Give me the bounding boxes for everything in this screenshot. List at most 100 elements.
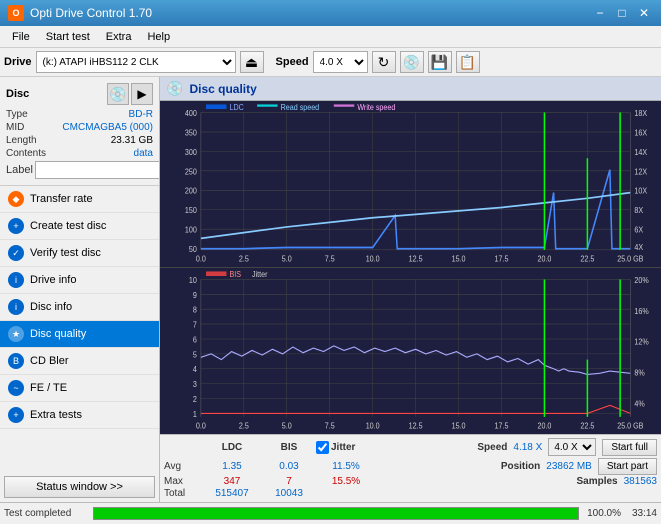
disc-icon-1[interactable]: 💿 (107, 83, 129, 105)
svg-text:LDC: LDC (230, 103, 245, 112)
sidebar-item-drive-info[interactable]: i Drive info (0, 267, 159, 294)
svg-text:14X: 14X (634, 147, 647, 156)
mid-key: MID (6, 122, 24, 133)
svg-text:8X: 8X (634, 206, 643, 215)
samples-label: Samples (576, 476, 617, 487)
svg-text:2: 2 (193, 395, 197, 404)
avg-jitter: 11.5% (316, 461, 376, 472)
disc-panel: Disc 💿 ▶ Type BD-R MID CMCMAGBA5 (000) (0, 77, 159, 186)
speed-stat-select[interactable]: 4.0 X (548, 438, 596, 456)
progress-time: 33:14 (625, 508, 657, 519)
transfer-rate-icon: ◆ (8, 191, 24, 207)
refresh-button[interactable]: ↻ (372, 51, 396, 73)
type-val: BD-R (129, 109, 153, 120)
disc-button[interactable]: 💿 (400, 51, 424, 73)
svg-text:50: 50 (189, 245, 197, 254)
close-button[interactable]: ✕ (635, 4, 653, 22)
fe-te-label: FE / TE (30, 382, 67, 394)
svg-text:Read speed: Read speed (281, 103, 320, 112)
progress-bar-section: Test completed 100.0% 33:14 (0, 502, 661, 524)
drive-select[interactable]: (k:) ATAPI iHBS112 2 CLK (36, 51, 236, 73)
disc-section-label: Disc (6, 88, 29, 100)
sidebar-item-verify-test-disc[interactable]: ✓ Verify test disc (0, 240, 159, 267)
svg-text:400: 400 (185, 108, 197, 117)
svg-text:4: 4 (193, 365, 197, 374)
mid-val: CMCMAGBA5 (000) (62, 122, 153, 133)
speed-select[interactable]: 4.0 X (313, 51, 368, 73)
content-header: 💿 Disc quality (160, 77, 661, 101)
right-panel: 💿 Disc quality (160, 77, 661, 502)
save2-button[interactable]: 📋 (456, 51, 480, 73)
svg-text:Jitter: Jitter (252, 270, 268, 279)
sidebar-item-create-test-disc[interactable]: + Create test disc (0, 213, 159, 240)
jitter-header: Jitter (331, 442, 355, 453)
svg-text:5.0: 5.0 (282, 254, 292, 263)
svg-text:15.0: 15.0 (452, 421, 466, 430)
svg-text:15.0: 15.0 (452, 254, 466, 263)
create-test-icon: + (8, 218, 24, 234)
length-val: 23.31 GB (111, 135, 153, 146)
svg-text:250: 250 (185, 167, 197, 176)
disc-info-icon: i (8, 299, 24, 315)
max-jitter: 15.5% (316, 476, 376, 487)
jitter-checkbox[interactable] (316, 441, 329, 454)
status-window-button[interactable]: Status window >> (4, 476, 155, 498)
length-key: Length (6, 135, 37, 146)
maximize-button[interactable]: □ (613, 4, 631, 22)
contents-key: Contents (6, 148, 46, 159)
svg-text:10.0: 10.0 (366, 254, 380, 263)
save-button[interactable]: 💾 (428, 51, 452, 73)
sidebar-item-fe-te[interactable]: ~ FE / TE (0, 375, 159, 402)
progress-bar-container (93, 507, 579, 520)
menu-extra[interactable]: Extra (98, 29, 140, 45)
total-label: Total (164, 488, 200, 499)
svg-text:2.5: 2.5 (239, 421, 249, 430)
label-input[interactable] (35, 161, 159, 179)
sidebar-item-extra-tests[interactable]: + Extra tests (0, 402, 159, 429)
svg-text:18X: 18X (634, 108, 647, 117)
speed-label: Speed (276, 56, 309, 68)
menu-file[interactable]: File (4, 29, 38, 45)
samples-val: 381563 (624, 476, 657, 487)
svg-text:16%: 16% (634, 306, 649, 315)
svg-text:7.5: 7.5 (325, 254, 335, 263)
menu-help[interactable]: Help (139, 29, 178, 45)
type-key: Type (6, 109, 28, 120)
transfer-rate-label: Transfer rate (30, 193, 93, 205)
disc-quality-label: Disc quality (30, 328, 86, 340)
svg-text:12%: 12% (634, 337, 649, 346)
extra-tests-icon: + (8, 407, 24, 423)
position-val: 23862 MB (546, 461, 592, 472)
sidebar-item-cd-bler[interactable]: B CD Bler (0, 348, 159, 375)
sidebar-item-disc-quality[interactable]: ★ Disc quality (0, 321, 159, 348)
stats-section: LDC BIS Jitter Speed 4.18 X 4.0 X Start … (160, 434, 661, 502)
menu-start-test[interactable]: Start test (38, 29, 98, 45)
speed-stat-val: 4.18 X (513, 442, 542, 453)
disc-icon-2[interactable]: ▶ (131, 83, 153, 105)
svg-text:4X: 4X (634, 242, 643, 251)
start-part-button[interactable]: Start part (598, 458, 657, 475)
sidebar-item-transfer-rate[interactable]: ◆ Transfer rate (0, 186, 159, 213)
avg-label: Avg (164, 461, 200, 472)
svg-text:150: 150 (185, 206, 197, 215)
app-body: Disc 💿 ▶ Type BD-R MID CMCMAGBA5 (000) (0, 77, 661, 502)
start-full-button[interactable]: Start full (602, 439, 657, 456)
progress-bar-fill (94, 508, 578, 519)
bis-header: BIS (264, 442, 314, 453)
svg-text:Write speed: Write speed (357, 103, 395, 112)
svg-text:9: 9 (193, 290, 197, 299)
cd-bler-label: CD Bler (30, 355, 69, 367)
menu-bar: File Start test Extra Help (0, 26, 661, 48)
svg-text:12.5: 12.5 (409, 421, 423, 430)
sidebar-item-disc-info[interactable]: i Disc info (0, 294, 159, 321)
minimize-button[interactable]: − (591, 4, 609, 22)
extra-tests-label: Extra tests (30, 409, 82, 421)
chart-ldc-svg: 400 350 300 250 200 150 100 50 18X 16X 1… (160, 101, 661, 267)
svg-text:12X: 12X (634, 167, 647, 176)
content-title: Disc quality (189, 82, 256, 96)
eject-button[interactable]: ⏏ (240, 51, 264, 73)
chart-bis-svg: 10 9 8 7 6 5 4 3 2 1 20% 16% 12% (160, 268, 661, 434)
svg-text:22.5: 22.5 (580, 421, 594, 430)
disc-quality-icon: ★ (8, 326, 24, 342)
svg-text:0.0: 0.0 (196, 254, 206, 263)
